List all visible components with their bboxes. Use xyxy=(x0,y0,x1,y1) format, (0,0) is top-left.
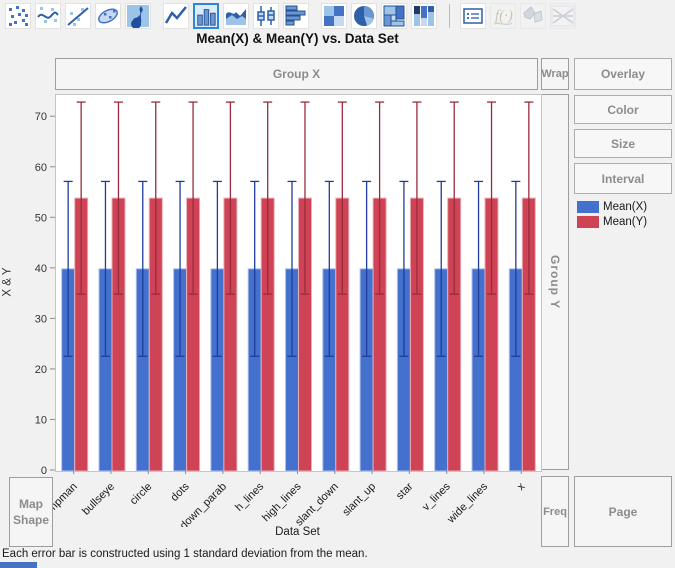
size-button[interactable]: Size xyxy=(574,129,672,158)
histogram-icon[interactable] xyxy=(283,3,309,29)
bar-chart-icon[interactable] xyxy=(193,3,219,29)
y-tick-label: 40 xyxy=(35,263,47,275)
caption-box-icon[interactable] xyxy=(460,3,486,29)
drop-zone-wrap-label: Wrap xyxy=(541,68,568,80)
box-plot-icon[interactable] xyxy=(253,3,279,29)
contour-icon[interactable] xyxy=(125,3,151,29)
error-bar-footnote: Each error bar is constructed using 1 st… xyxy=(2,548,368,560)
size-button-label: Size xyxy=(611,137,635,151)
drop-zone-freq[interactable]: Freq xyxy=(541,476,569,547)
mosaic-plot-icon[interactable] xyxy=(411,3,437,29)
drop-zone-page-label: Page xyxy=(609,505,638,519)
x-tick-label: h_lines xyxy=(233,480,266,513)
x-axis[interactable]: jmpmanbullseyecircledotsdown_parabh_line… xyxy=(15,471,560,527)
formula-icon: f(·) xyxy=(490,3,516,29)
legend-label: Mean(X) xyxy=(603,201,647,213)
map-shapes-icon xyxy=(520,3,546,29)
y-tick-label: 60 xyxy=(35,162,47,174)
line-chart-icon[interactable] xyxy=(163,3,189,29)
chart-title: Mean(X) & Mean(Y) vs. Data Set xyxy=(55,31,540,46)
line-of-fit-icon[interactable] xyxy=(65,3,91,29)
svg-text:f(·): f(·) xyxy=(495,8,513,24)
treemap-icon[interactable] xyxy=(381,3,407,29)
interval-button-label: Interval xyxy=(602,172,645,186)
smoother-icon[interactable] xyxy=(35,3,61,29)
x-tick-label: circle xyxy=(128,481,155,508)
x-tick-label: wide_lines xyxy=(445,480,491,526)
legend-item[interactable]: Mean(X) xyxy=(577,200,647,213)
drop-zone-group-y[interactable]: Group Y xyxy=(541,94,569,470)
x-tick-label: dots xyxy=(169,480,193,504)
plot-area[interactable] xyxy=(55,94,542,472)
density-ellipse-icon[interactable] xyxy=(95,3,121,29)
overlay-button[interactable]: Overlay xyxy=(574,58,672,90)
heatmap-icon[interactable] xyxy=(321,3,347,29)
y-tick-label: 20 xyxy=(35,364,47,376)
overlay-button-label: Overlay xyxy=(601,67,645,81)
drop-zone-map-shape-label: Map Shape xyxy=(10,496,52,528)
x-axis-title: Data Set xyxy=(55,526,540,538)
y-axis[interactable]: 010203040506070 xyxy=(14,94,55,476)
pie-chart-icon[interactable] xyxy=(351,3,377,29)
x-tick-label: star xyxy=(394,480,416,502)
legend-swatch xyxy=(577,216,599,228)
y-tick-label: 10 xyxy=(35,414,47,426)
legend-swatch xyxy=(577,201,599,213)
x-tick-label: x xyxy=(515,480,528,493)
drop-zone-freq-label: Freq xyxy=(543,506,567,518)
x-tick-label: slant_up xyxy=(340,481,378,519)
toolbar-separator xyxy=(449,4,450,28)
parallel-plot-icon xyxy=(550,3,576,29)
color-button-label: Color xyxy=(607,103,638,117)
drop-zone-group-x-label: Group X xyxy=(273,67,320,81)
bottom-left-accent xyxy=(0,562,37,568)
interval-button[interactable]: Interval xyxy=(574,163,672,194)
drop-zone-group-y-label: Group Y xyxy=(548,255,562,309)
color-button[interactable]: Color xyxy=(574,95,672,124)
drop-zone-wrap[interactable]: Wrap xyxy=(541,58,569,90)
drop-zone-group-x[interactable]: Group X xyxy=(55,58,538,90)
drop-zone-page[interactable]: Page xyxy=(574,476,672,547)
y-tick-label: 50 xyxy=(35,212,47,224)
x-tick-label: bullseye xyxy=(80,481,117,518)
legend: Mean(X) Mean(Y) xyxy=(577,200,647,228)
scatter-points-icon[interactable] xyxy=(5,3,31,29)
x-tick-label: v_lines xyxy=(420,480,453,513)
y-tick-label: 70 xyxy=(35,111,47,123)
graph-builder-window: f(·) Mean(X) & Mean(Y) vs. Data Set Grou… xyxy=(0,0,675,568)
drop-zone-map-shape[interactable]: Map Shape xyxy=(9,477,53,547)
legend-label: Mean(Y) xyxy=(603,216,647,228)
y-tick-label: 30 xyxy=(35,313,47,325)
area-chart-icon[interactable] xyxy=(223,3,249,29)
chart-type-toolbar: f(·) xyxy=(0,0,675,32)
legend-item[interactable]: Mean(Y) xyxy=(577,215,647,228)
